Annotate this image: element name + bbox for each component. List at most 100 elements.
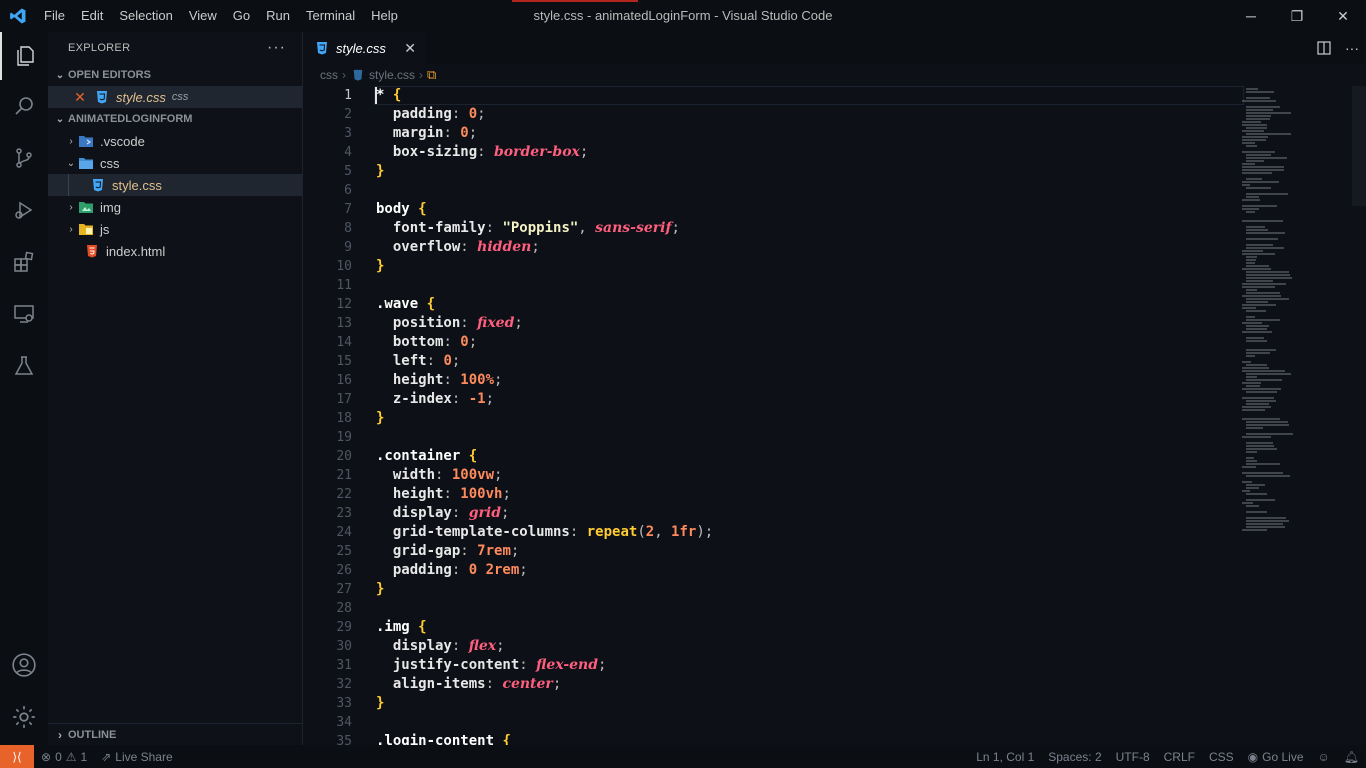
remote-explorer-icon[interactable]	[0, 290, 48, 338]
minimap-line	[1242, 139, 1266, 141]
symbol-icon[interactable]: ⧉	[427, 67, 436, 83]
minimap-line	[1246, 91, 1274, 93]
explorer-icon[interactable]	[0, 32, 48, 80]
minimize-button[interactable]: ─	[1228, 0, 1274, 32]
minimap-line	[1246, 505, 1259, 507]
minimap-line	[1246, 457, 1254, 459]
menu-help[interactable]: Help	[363, 0, 406, 32]
source-control-icon[interactable]	[0, 134, 48, 182]
code-editor[interactable]: 1 * {2 padding: 0; 3 margin: 0; 4 box-sizin…	[304, 86, 1366, 745]
editor-actions: ···	[1310, 32, 1366, 64]
line-number: 2	[344, 107, 352, 122]
css-folder-icon	[78, 155, 94, 171]
vertical-scrollbar[interactable]	[1352, 86, 1366, 206]
open-editor-item[interactable]: ✕ style.css css	[48, 86, 302, 108]
split-editor-icon[interactable]	[1310, 40, 1338, 56]
chevron-down-icon: ⌄	[66, 157, 76, 169]
minimap-line	[1246, 229, 1268, 231]
menu-edit[interactable]: Edit	[73, 0, 111, 32]
chevron-down-icon: ⌄	[55, 113, 65, 125]
code-line: .wave {	[376, 296, 436, 312]
menu-go[interactable]: Go	[225, 0, 258, 32]
tab-close-button[interactable]: ✕	[404, 40, 416, 57]
chevron-right-icon: ›	[69, 201, 73, 213]
tree-item-js[interactable]: › js	[48, 218, 302, 240]
minimap-line	[1246, 379, 1282, 381]
menu-view[interactable]: View	[181, 0, 225, 32]
line-number: 20	[336, 449, 352, 464]
line-number: 34	[336, 715, 352, 730]
project-section[interactable]: ⌄ ANIMATEDLOGINFORM	[48, 108, 302, 130]
close-button[interactable]: ✕	[1320, 0, 1366, 32]
manage-gear-icon[interactable]	[0, 693, 48, 741]
outline-section[interactable]: › OUTLINE	[48, 723, 302, 745]
minimap-line	[1242, 481, 1252, 483]
minimap[interactable]	[1242, 86, 1352, 745]
code-line: }	[376, 581, 385, 597]
code-line: padding: 0;	[376, 106, 486, 122]
activity-bar	[0, 32, 48, 745]
title-accent-line	[512, 0, 638, 2]
minimap-line	[1246, 517, 1286, 519]
tree-item-img[interactable]: › img	[48, 196, 302, 218]
minimap-line	[1242, 253, 1275, 255]
close-icon[interactable]: ✕	[72, 89, 88, 105]
breadcrumb-separator-icon: ›	[342, 68, 346, 82]
minimap-line	[1242, 136, 1268, 138]
run-debug-icon[interactable]	[0, 186, 48, 234]
code-line: padding: 0 2rem;	[376, 562, 528, 578]
feedback-icon[interactable]: ☺	[1311, 750, 1337, 764]
line-number: 7	[344, 202, 352, 217]
minimap-line	[1246, 511, 1267, 513]
explorer-sidebar: EXPLORER ··· ⌄ OPEN EDITORS ✕ style.css …	[48, 32, 303, 745]
minimap-line	[1246, 154, 1271, 156]
extensions-icon[interactable]	[0, 238, 48, 286]
minimap-line	[1246, 526, 1285, 528]
line-number: 12	[336, 297, 352, 312]
encoding[interactable]: UTF-8	[1109, 750, 1157, 764]
code-line: grid-gap: 7rem;	[376, 543, 520, 559]
menu-file[interactable]: File	[36, 0, 73, 32]
remote-indicator[interactable]: ⟩⟨	[0, 745, 34, 768]
warning-count: 1	[80, 749, 88, 764]
minimap-line	[1242, 409, 1265, 411]
breadcrumb-file[interactable]: style.css	[369, 68, 415, 82]
tree-item-index-html[interactable]: index.html	[48, 240, 302, 262]
code-line: display: grid;	[376, 505, 510, 521]
notifications-bell-icon[interactable]: 🔔︎	[1337, 750, 1366, 764]
minimap-line	[1246, 352, 1270, 354]
menu-run[interactable]: Run	[258, 0, 298, 32]
minimap-line	[1246, 157, 1287, 159]
open-editors-label: OPEN EDITORS	[68, 69, 151, 81]
more-actions-button[interactable]: ···	[1338, 40, 1366, 56]
language-mode[interactable]: CSS	[1202, 750, 1241, 764]
account-icon[interactable]	[0, 641, 48, 689]
minimap-line	[1246, 523, 1283, 525]
indentation[interactable]: Spaces: 2	[1041, 750, 1108, 764]
menu-terminal[interactable]: Terminal	[298, 0, 363, 32]
testing-icon[interactable]	[0, 342, 48, 390]
menu-selection[interactable]: Selection	[111, 0, 180, 32]
error-icon: ⊗	[41, 749, 52, 764]
css-file-icon	[94, 89, 110, 105]
open-editors-section[interactable]: ⌄ OPEN EDITORS	[48, 64, 302, 86]
tree-item-style-css[interactable]: style.css	[48, 174, 302, 196]
minimap-line	[1242, 490, 1250, 492]
minimap-line	[1246, 463, 1280, 465]
minimap-line	[1246, 499, 1275, 501]
go-live-button[interactable]: ◉ Go Live	[1241, 750, 1311, 764]
cursor-position[interactable]: Ln 1, Col 1	[969, 750, 1041, 764]
minimap-line	[1242, 199, 1260, 201]
minimap-line	[1242, 121, 1261, 123]
tree-item-vscode[interactable]: › .vscode	[48, 130, 302, 152]
line-number: 28	[336, 601, 352, 616]
more-actions-button[interactable]: ···	[267, 39, 286, 57]
tab-style-css[interactable]: style.css ✕	[304, 32, 426, 64]
end-of-line[interactable]: CRLF	[1157, 750, 1202, 764]
tree-item-css[interactable]: ⌄ css	[48, 152, 302, 174]
live-share-button[interactable]: ⇗ Live Share	[94, 750, 179, 764]
restore-button[interactable]: ❐	[1274, 0, 1320, 32]
search-icon[interactable]	[0, 82, 48, 130]
breadcrumb-folder[interactable]: css	[320, 68, 338, 82]
problems-indicator[interactable]: ⊗ 0 ⚠ 1	[34, 750, 94, 764]
